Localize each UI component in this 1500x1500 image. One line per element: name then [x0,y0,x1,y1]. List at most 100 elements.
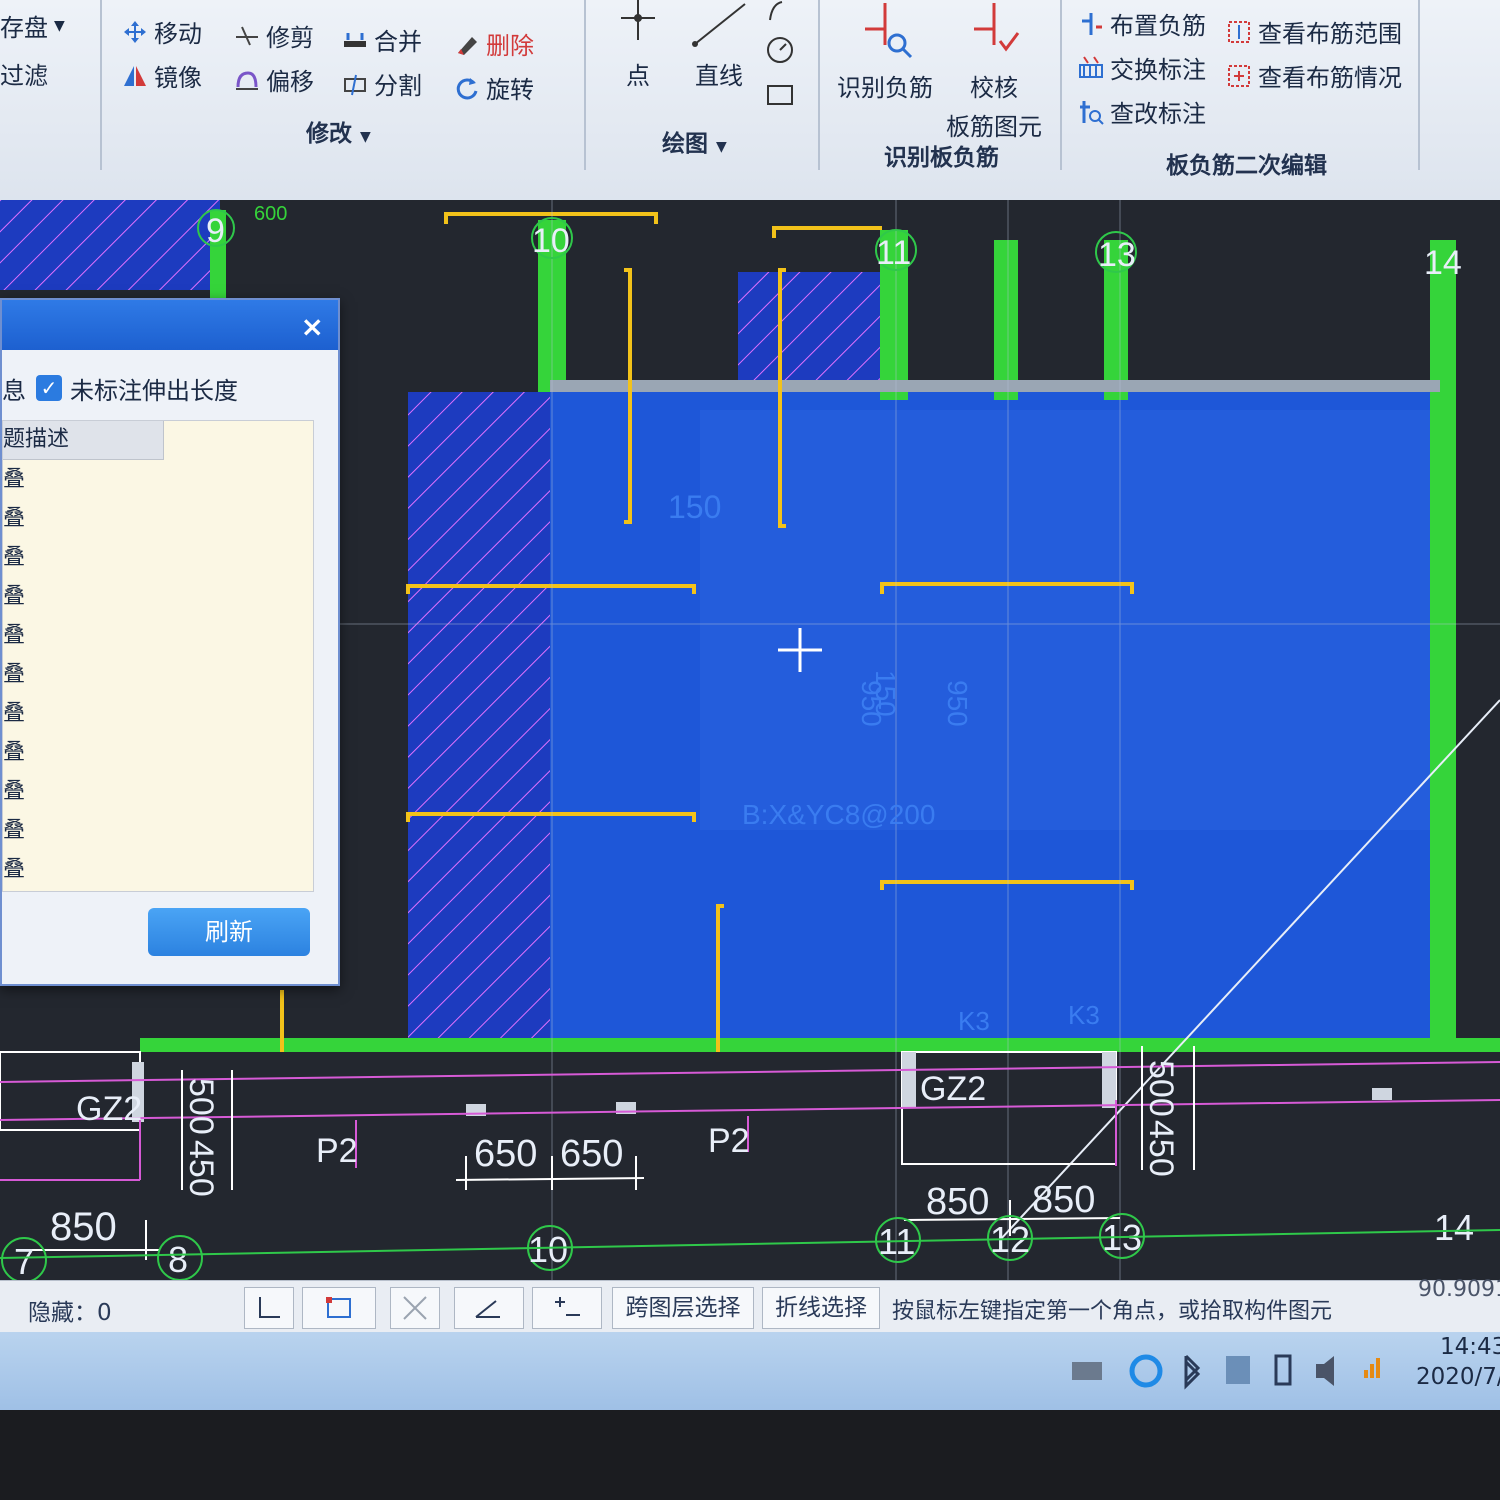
point-label: 点 [626,62,650,90]
list-item[interactable]: 叠 [3,811,313,850]
merge-button[interactable]: 合并 [342,22,422,57]
modify-group-label: 修改 [306,121,352,147]
delete-button[interactable]: 删除 [454,26,534,61]
clock-time[interactable]: 14:43 [1440,1334,1500,1360]
dim-450-left: 450 [182,1140,220,1197]
draw-group-title[interactable]: 绘图 ▼ [662,124,727,158]
cross-toggle[interactable] [390,1287,440,1329]
list-item[interactable]: 叠 [3,733,313,772]
move-button[interactable]: 移动 [122,14,202,49]
rotate-icon [456,77,478,99]
wall-axis-12 [994,240,1018,400]
eraser-icon [458,36,477,55]
view-status-button[interactable]: 查看布筋情况 [1226,58,1402,93]
modify-group-title[interactable]: 修改 ▼ [306,114,371,148]
partial-info-label: 息 [2,376,26,405]
identify-rebar-icon [865,3,913,59]
dim-850-left: 850 [50,1205,117,1249]
problem-list[interactable]: 题描述 叠 叠 叠 叠 叠 叠 叠 叠 叠 叠 叠 [2,420,314,892]
merge-label: 合并 [374,28,422,56]
swap-note-icon [1079,55,1103,78]
column-header-description[interactable]: 题描述 [3,421,164,460]
trim-button[interactable]: 修剪 [234,18,314,53]
cross-layer-select-button[interactable]: 跨图层选择 [612,1287,754,1329]
dim-650-a: 650 [474,1133,537,1175]
ortho-toggle[interactable] [244,1287,294,1329]
angle-toggle[interactable] [454,1287,524,1329]
dim-450-right: 450 [1142,1120,1180,1177]
view-range-button[interactable]: 查看布筋范围 [1226,14,1402,49]
identify-rebar-button[interactable]: 识别负筋 [830,0,940,103]
chevron-down-icon: ▼ [360,129,371,145]
offset-button[interactable]: 偏移 [234,62,314,97]
axis-bottom-7: 7 [14,1241,34,1280]
save-label: 存盘 [0,14,48,42]
signal-icon [1364,1358,1380,1378]
line-label: 直线 [695,62,743,90]
trim-icon [236,26,258,45]
dim-850-b: 850 [1032,1179,1095,1221]
dim-850-a: 850 [926,1181,989,1223]
rotate-button[interactable]: 旋转 [454,70,534,105]
place-rebar-button[interactable]: 布置负筋 [1078,6,1206,41]
keyboard-icon [1072,1362,1102,1380]
list-item[interactable]: 叠 [3,694,313,733]
draw-group-label: 绘图 [662,131,708,157]
view-status-icon [1228,64,1250,87]
command-prompt: 按鼠标左键指定第一个角点，或拾取构件图元 [892,1299,1333,1324]
list-item[interactable]: 叠 [3,538,313,577]
ribbon-separator [584,0,586,170]
point-button[interactable]: 点 [610,0,666,91]
list-item[interactable]: 叠 [3,772,313,811]
windows-taskbar: 14:43 2020/7/ [0,1332,1500,1410]
tray-icons[interactable] [1070,1348,1400,1394]
snap-toggle[interactable] [302,1287,376,1329]
unmarked-length-checkbox[interactable]: ✓ [36,375,62,401]
list-item[interactable]: 叠 [3,850,313,889]
split-label: 分割 [374,72,422,100]
axis-bottom-14: 14 [1434,1207,1474,1248]
list-item[interactable]: 叠 [3,616,313,655]
axis-bottom-10: 10 [528,1229,568,1270]
filter-button[interactable]: 过滤 [0,56,48,91]
line-icon [692,3,746,47]
polyline-select-button[interactable]: 折线选择 [762,1287,880,1329]
draw-shape-icons[interactable] [762,0,802,110]
close-icon[interactable]: × [301,310,324,343]
refresh-button[interactable]: 刷新 [148,908,310,956]
list-item[interactable]: 叠 [3,577,313,616]
angle-icon [475,1300,500,1318]
ribbon-separator [100,0,102,170]
monitor-bezel [0,1410,1500,1500]
dim-500-right: 500 [1142,1060,1180,1117]
cross-icon [403,1296,427,1320]
coordinate-readout: 90.9091 [1418,1277,1500,1302]
list-item[interactable]: 叠 [3,460,313,499]
save-menu[interactable]: 存盘 ▼ [0,8,65,43]
swap-note-label: 交换标注 [1110,56,1206,84]
clock-date[interactable]: 2020/7/ [1416,1364,1500,1390]
line-button[interactable]: 直线 [686,0,752,91]
axis-top-10: 10 [532,222,570,260]
hatched-slab-top [738,272,882,392]
gz2-right-label: GZ2 [920,1070,986,1108]
offset-toggle[interactable] [532,1287,602,1329]
chevron-down-icon: ▼ [54,17,65,34]
dim-500-left: 500 [182,1078,220,1135]
filter-label: 过滤 [0,62,48,90]
marker-c [1372,1088,1392,1100]
list-item[interactable]: 叠 [3,655,313,694]
mirror-label: 镜像 [154,64,202,92]
list-item[interactable]: 叠 [3,499,313,538]
mirror-button[interactable]: 镜像 [122,58,202,93]
axis-top-11: 11 [876,234,911,272]
rotate-label: 旋转 [486,76,534,104]
edit-note-button[interactable]: 查改标注 [1078,94,1206,129]
beam-top [550,380,1440,392]
axis-top-9: 9 [206,212,225,250]
ortho-icon [259,1297,280,1318]
dialog-titlebar[interactable]: × [2,300,338,350]
check-rebar-button[interactable]: 校核 板筋图元 [944,0,1044,142]
swap-note-button[interactable]: 交换标注 [1078,50,1206,85]
split-button[interactable]: 分割 [342,66,422,101]
